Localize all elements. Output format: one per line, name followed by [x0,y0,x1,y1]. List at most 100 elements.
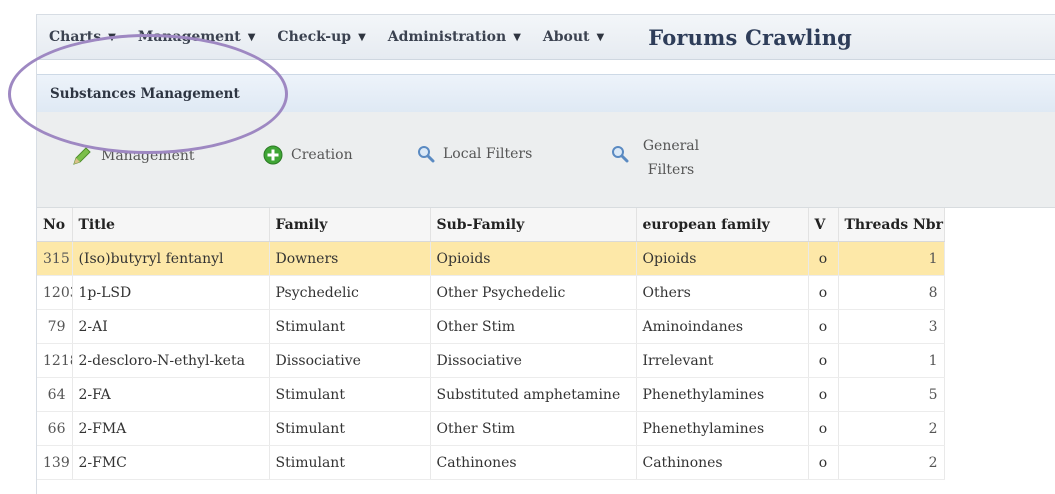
cell-no: 1218 [37,343,73,378]
table-row[interactable]: 66 2-FMA Stimulant Other Stim Phenethyla… [37,411,1055,446]
cell-european-family: Cathinones [636,445,809,480]
cell-no: 66 [37,411,73,446]
cell-sub-family: Substituted amphetamine [430,377,637,412]
top-menubar: Charts ▼ Management ▼ Check-up ▼ Adminis… [37,15,1055,60]
menu-check-up-label: Check-up [277,29,352,45]
cell-v: o [808,377,839,412]
column-header-v[interactable]: V [808,208,839,242]
table-row[interactable]: 79 2-AI Stimulant Other Stim Aminoindane… [37,309,1055,344]
menu-about[interactable]: About ▼ [543,29,604,45]
cell-v: o [808,309,839,344]
chevron-down-icon: ▼ [358,31,366,43]
column-header-sub-family[interactable]: Sub-Family [430,208,637,242]
general-filters-icon-button[interactable] [611,145,637,163]
column-header-european-family[interactable]: european family [636,208,809,242]
management-button[interactable]: Management [71,145,195,167]
chevron-down-icon: ▼ [108,31,116,43]
menu-check-up[interactable]: Check-up ▼ [277,29,365,45]
cell-family: Downers [269,241,431,276]
cell-no: 64 [37,377,73,412]
cell-no: 79 [37,309,73,344]
cell-v: o [808,343,839,378]
cell-european-family: Irrelevant [636,343,809,378]
cell-title: 2-FMA [72,411,270,446]
menu-management[interactable]: Management ▼ [138,29,256,45]
cell-european-family: Opioids [636,241,809,276]
column-header-family[interactable]: Family [269,208,431,242]
plus-circle-icon [263,145,283,165]
cell-family: Stimulant [269,377,431,412]
cell-v: o [808,445,839,480]
cell-title: 1p-LSD [72,275,270,310]
menu-administration[interactable]: Administration ▼ [388,29,521,45]
cell-european-family: Phenethylamines [636,377,809,412]
chevron-down-icon: ▼ [247,31,256,43]
table-header-row: No Title Family Sub-Family european fami… [37,208,1055,242]
cell-sub-family: Other Stim [430,411,637,446]
panel-header: Substances Management [37,74,1055,113]
cell-threads-nbr: 8 [838,275,945,310]
cell-threads-nbr: 3 [838,309,945,344]
cell-title: 2-FA [72,377,270,412]
table-row[interactable]: 1203 1p-LSD Psychedelic Other Psychedeli… [37,275,1055,310]
pencil-icon [71,145,93,167]
general-filters-label-line1: General [642,138,700,154]
menu-charts-label: Charts [49,29,102,45]
cell-family: Stimulant [269,309,431,344]
general-filters-label-line2: Filters [647,162,695,178]
cell-spacer [944,276,1055,310]
cell-spacer [944,378,1055,412]
cell-spacer [944,412,1055,446]
column-header-threads-nbr[interactable]: Threads Nbr [838,208,945,242]
local-filters-button[interactable]: Local Filters [417,145,532,163]
cell-spacer [944,446,1055,480]
cell-european-family: Phenethylamines [636,411,809,446]
menu-administration-label: Administration [387,29,507,45]
cell-family: Stimulant [269,445,431,480]
cell-sub-family: Dissociative [430,343,637,378]
cell-sub-family: Cathinones [430,445,637,480]
cell-threads-nbr: 1 [838,343,945,378]
table-row[interactable]: 64 2-FA Stimulant Substituted amphetamin… [37,377,1055,412]
cell-european-family: Aminoindanes [636,309,809,344]
magnifier-icon [611,145,629,163]
cell-sub-family: Opioids [430,241,637,276]
cell-spacer [944,241,1055,276]
menu-about-label: About [542,29,590,45]
cell-threads-nbr: 2 [838,445,945,480]
cell-threads-nbr: 2 [838,411,945,446]
cell-sub-family: Other Stim [430,309,637,344]
cell-title: 2-descloro-N-ethyl-keta [72,343,270,378]
cell-threads-nbr: 1 [838,241,945,276]
creation-button[interactable]: Creation [263,145,353,165]
magnifier-icon [417,145,435,163]
cell-no: 139 [37,445,73,480]
table-row[interactable]: 139 2-FMC Stimulant Cathinones Cathinone… [37,445,1055,480]
app-title: Forums Crawling [648,24,853,50]
local-filters-button-label: Local Filters [443,146,533,162]
cell-family: Psychedelic [269,275,431,310]
general-filters-button[interactable]: General Filters [641,134,701,182]
table-row[interactable]: 315 (Iso)butyryl fentanyl Downers Opioid… [37,241,1055,276]
cell-v: o [808,411,839,446]
cell-family: Stimulant [269,411,431,446]
column-header-no[interactable]: No [37,208,73,242]
cell-threads-nbr: 5 [838,377,945,412]
management-button-label: Management [101,148,195,164]
cell-european-family: Others [636,275,809,310]
cell-spacer [944,310,1055,344]
cell-family: Dissociative [269,343,431,378]
panel-title: Substances Management [50,85,240,102]
chevron-down-icon: ▼ [513,31,521,43]
cell-title: 2-AI [72,309,270,344]
chevron-down-icon: ▼ [596,31,605,43]
table-row[interactable]: 1218 2-descloro-N-ethyl-keta Dissociativ… [37,343,1055,378]
column-header-title[interactable]: Title [72,208,270,242]
cell-title: (Iso)butyryl fentanyl [72,241,270,276]
cell-title: 2-FMC [72,445,270,480]
toolbar: Management Creation Local Filters Genera… [37,112,1055,208]
cell-v: o [808,275,839,310]
cell-sub-family: Other Psychedelic [430,275,637,310]
menu-charts[interactable]: Charts ▼ [49,29,116,45]
column-header-spacer [944,208,1055,242]
